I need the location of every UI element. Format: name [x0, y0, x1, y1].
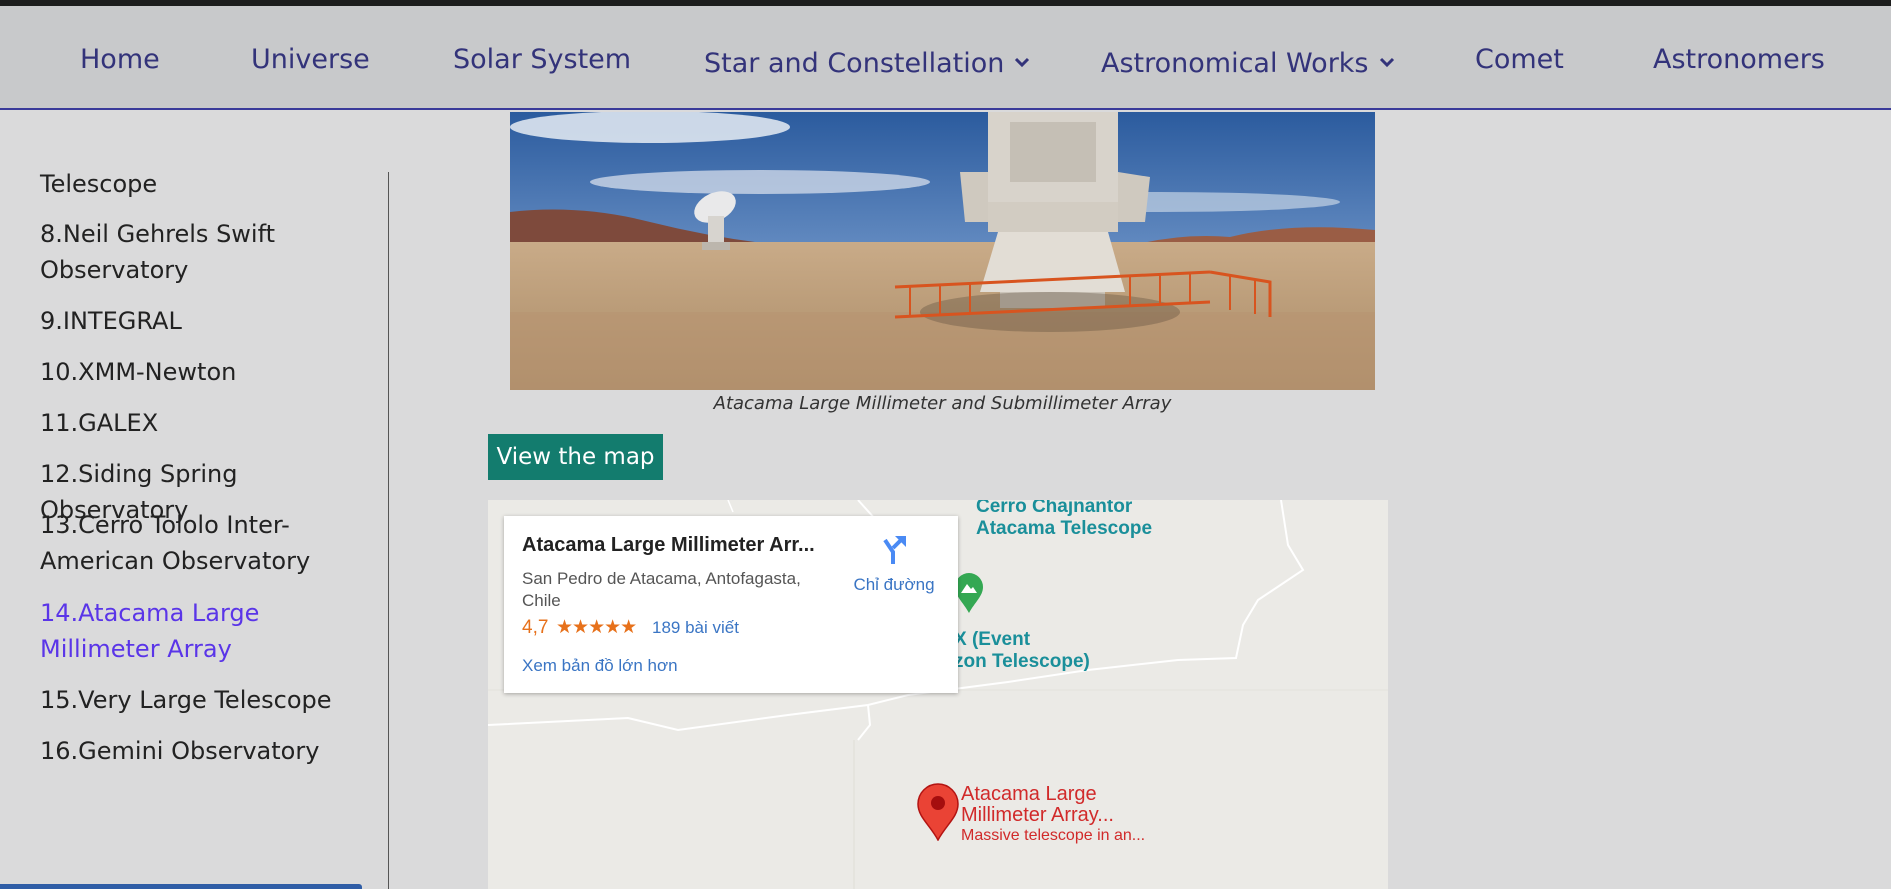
rating-stars: ★★★★★ [556, 617, 637, 638]
directions-icon [879, 536, 909, 570]
nav-universe[interactable]: Universe [251, 44, 370, 75]
directions-label: Chỉ đường [853, 575, 935, 594]
nav-home[interactable]: Home [80, 44, 160, 75]
image-caption: Atacama Large Millimeter and Submillimet… [713, 393, 1172, 414]
sidebar-bottom-bar [0, 884, 362, 889]
view-map-button[interactable]: View the map [488, 434, 663, 480]
nav-astronomical-works[interactable]: Astronomical Works [1101, 44, 1395, 79]
map-label-chajnantor[interactable]: Cerro Chajnantor Atacama Telescope [976, 500, 1152, 540]
sidebar-item-very-large-telescope[interactable]: 15.Very Large Telescope [40, 682, 380, 718]
view-larger-map-link[interactable]: Xem bản đồ lớn hơn [522, 656, 678, 676]
sidebar-item-telescope[interactable]: Telescope [40, 166, 380, 202]
map-label-event-horizon[interactable]: X (Event zon Telescope) [954, 629, 1090, 673]
nav-star-and-constellation-label: Star and Constellation [704, 48, 1005, 79]
reviews-link[interactable]: 189 bài viết [652, 618, 739, 638]
nav-astronomers[interactable]: Astronomers [1653, 44, 1825, 75]
place-address: San Pedro de Atacama, Antofagasta, Chile [522, 569, 801, 610]
sidebar-item-gemini-observatory[interactable]: 16.Gemini Observatory [40, 733, 380, 769]
sidebar-item-cerro-tololo[interactable]: 13.Cerro Tololo Inter-American Observato… [40, 507, 380, 579]
nav-solar-system[interactable]: Solar System [453, 44, 631, 75]
place-title: Atacama Large Millimeter Arr... [522, 534, 815, 556]
location-pin-icon[interactable] [916, 783, 960, 846]
sidebar-item-neil-gehrels-swift[interactable]: 8.Neil Gehrels Swift Observatory [40, 216, 380, 288]
sidebar-item-xmm-newton[interactable]: 10.XMM-Newton [40, 354, 380, 390]
chevron-down-icon [1014, 44, 1030, 75]
chevron-down-icon [1379, 44, 1395, 75]
rating-value: 4,7 [522, 617, 549, 638]
nav-star-and-constellation[interactable]: Star and Constellation [704, 44, 1030, 79]
sidebar-item-galex[interactable]: 11.GALEX [40, 405, 380, 441]
map-info-card: Atacama Large Millimeter Arr... San Pedr… [504, 516, 958, 693]
sidebar-item-atacama-large-millimeter-array[interactable]: 14.Atacama Large Millimeter Array [40, 595, 380, 667]
sidebar-item-integral[interactable]: 9.INTEGRAL [40, 303, 380, 339]
nav-comet[interactable]: Comet [1475, 44, 1564, 75]
embedded-map[interactable]: Cerro Chajnantor Atacama Telescope X (Ev… [488, 500, 1388, 889]
main-navbar: Home Universe Solar System Star and Cons… [0, 6, 1891, 110]
pin-label[interactable]: Atacama Large Millimeter Array... Massiv… [961, 784, 1145, 845]
nav-astronomical-works-label: Astronomical Works [1101, 48, 1369, 79]
sidebar-divider [388, 172, 389, 889]
directions-button[interactable]: Chỉ đường [844, 534, 944, 595]
alma-photo [510, 112, 1375, 390]
